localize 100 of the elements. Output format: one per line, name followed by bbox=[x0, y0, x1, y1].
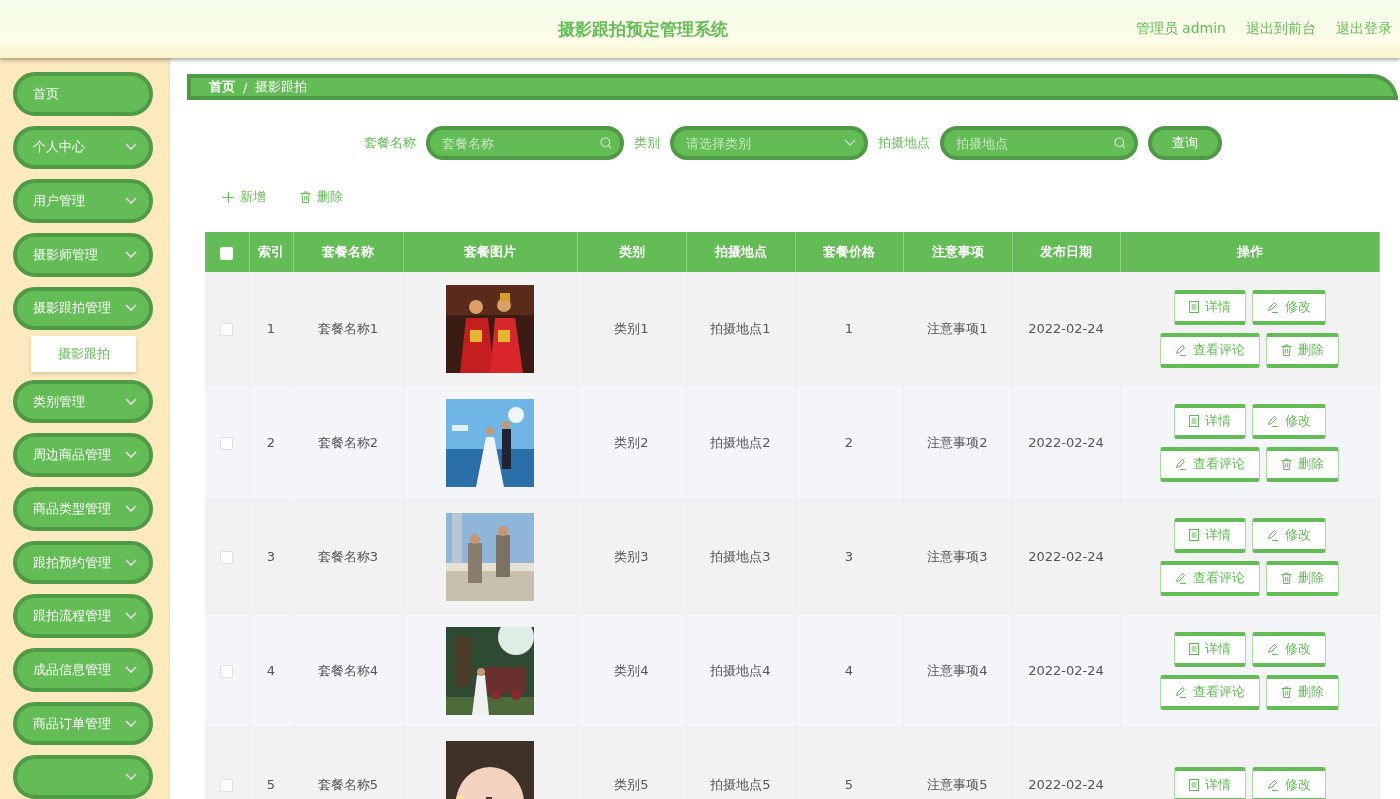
sidebar-item[interactable]: 跟拍预约管理 bbox=[13, 540, 153, 585]
chevron-down-icon bbox=[125, 304, 137, 313]
sidebar-item[interactable]: 类别管理 bbox=[13, 379, 153, 424]
row-checkbox[interactable] bbox=[220, 323, 234, 336]
action-button[interactable]: 删除 bbox=[1266, 560, 1339, 596]
table-cell: 4 bbox=[249, 613, 293, 728]
table-cell: 注意事项1 bbox=[903, 272, 1012, 386]
sidebar-item[interactable]: 商品类型管理 bbox=[13, 487, 153, 531]
category-select[interactable]: 请选择类别 bbox=[669, 126, 868, 160]
pencil-icon bbox=[1266, 301, 1279, 313]
add-button[interactable]: 新增 bbox=[223, 188, 266, 206]
sidebar-item[interactable]: 个人中心 bbox=[13, 125, 153, 170]
trash-icon bbox=[300, 191, 311, 203]
field-label: 套餐名称 bbox=[363, 134, 416, 152]
pencil-icon bbox=[1175, 572, 1187, 584]
search-field[interactable]: 拍摄地点 bbox=[939, 126, 1138, 160]
sidebar-item[interactable]: 摄影师管理 bbox=[13, 232, 153, 277]
trash-icon bbox=[1281, 686, 1292, 698]
select-all-checkbox[interactable] bbox=[220, 246, 234, 260]
table-cell: 1 bbox=[249, 272, 293, 386]
pencil-icon bbox=[1266, 529, 1279, 541]
action-button[interactable]: 详情 bbox=[1173, 631, 1246, 667]
sidebar-item[interactable]: 跟拍流程管理 bbox=[13, 594, 153, 639]
row-checkbox[interactable] bbox=[220, 779, 234, 792]
table-cell: 4 bbox=[795, 613, 903, 728]
sidebar-item[interactable]: 成品信息管理 bbox=[13, 648, 153, 692]
table-cell: 类别3 bbox=[577, 499, 686, 614]
chevron-down-icon bbox=[125, 719, 137, 728]
pencil-icon bbox=[1266, 778, 1279, 791]
breadcrumb-separator: / bbox=[243, 79, 248, 95]
row-checkbox[interactable] bbox=[220, 551, 234, 564]
column-header: 索引 bbox=[249, 232, 293, 272]
table-cell: 3 bbox=[249, 499, 293, 614]
action-button[interactable]: 删除 bbox=[1266, 332, 1339, 368]
chevron-down-icon bbox=[125, 504, 137, 513]
action-button[interactable]: 详情 bbox=[1173, 517, 1246, 553]
column-header: 操作 bbox=[1120, 232, 1379, 272]
action-button[interactable]: 查看评论 bbox=[1160, 332, 1260, 368]
row-checkbox[interactable] bbox=[220, 437, 234, 450]
action-button[interactable]: 修改 bbox=[1251, 517, 1326, 553]
document-icon bbox=[1188, 778, 1199, 791]
action-button[interactable]: 详情 bbox=[1173, 289, 1246, 325]
table-cell: 1 bbox=[795, 272, 903, 386]
search-field[interactable]: 套餐名称 bbox=[425, 126, 624, 160]
sidebar-item[interactable] bbox=[13, 755, 153, 799]
sidebar-item[interactable]: 商品订单管理 bbox=[13, 701, 153, 746]
breadcrumb-link[interactable]: 首页 bbox=[209, 78, 235, 96]
chevron-down-icon bbox=[125, 250, 137, 259]
header-link[interactable]: 管理员 admin bbox=[1135, 20, 1226, 38]
table-cell: 类别2 bbox=[577, 385, 686, 500]
sidebar-item[interactable]: 首页 bbox=[13, 72, 153, 116]
action-button[interactable]: 修改 bbox=[1251, 631, 1326, 667]
table-cell: 2022-02-24 bbox=[1012, 272, 1120, 386]
action-button[interactable]: 详情 bbox=[1173, 403, 1246, 439]
table-cell: 注意事项4 bbox=[903, 613, 1012, 728]
table-cell: 2022-02-24 bbox=[1012, 385, 1120, 500]
table-cell: 套餐名称1 bbox=[293, 272, 403, 386]
search-icon bbox=[1113, 137, 1126, 149]
pencil-icon bbox=[1175, 686, 1187, 698]
trash-icon bbox=[1281, 572, 1292, 584]
table-cell: 拍摄地点1 bbox=[686, 272, 795, 386]
document-icon bbox=[1188, 529, 1199, 541]
chevron-down-icon bbox=[125, 665, 137, 674]
submenu-item[interactable]: 摄影跟拍 bbox=[31, 336, 136, 372]
plus-icon bbox=[223, 191, 234, 203]
header-link[interactable]: 退出到前台 bbox=[1246, 20, 1316, 38]
trash-icon bbox=[1281, 458, 1292, 470]
sidebar-item[interactable]: 用户管理 bbox=[13, 179, 153, 223]
pencil-icon bbox=[1175, 458, 1187, 470]
action-button[interactable]: 查看评论 bbox=[1160, 446, 1260, 482]
sidebar-item[interactable]: 周边商品管理 bbox=[13, 433, 153, 478]
action-button[interactable]: 修改 bbox=[1251, 767, 1326, 799]
trash-icon bbox=[1281, 344, 1292, 356]
sidebar-item[interactable]: 摄影跟拍管理 bbox=[13, 286, 153, 331]
query-button[interactable]: 查询 bbox=[1147, 126, 1222, 160]
action-button[interactable]: 删除 bbox=[1266, 446, 1339, 482]
table-cell: 类别5 bbox=[577, 727, 686, 799]
table-cell: 注意事项2 bbox=[903, 385, 1012, 500]
header-link[interactable]: 退出登录 bbox=[1336, 20, 1392, 38]
field-label: 拍摄地点 bbox=[877, 134, 930, 152]
column-header: 套餐价格 bbox=[795, 232, 903, 272]
column-header: 套餐图片 bbox=[403, 232, 577, 272]
action-button[interactable]: 删除 bbox=[1266, 674, 1339, 710]
search-icon bbox=[599, 137, 612, 149]
action-button[interactable]: 详情 bbox=[1173, 767, 1246, 799]
table-cell: 2022-02-24 bbox=[1012, 499, 1120, 614]
table-cell: 套餐名称4 bbox=[293, 613, 403, 728]
table-cell: 拍摄地点4 bbox=[686, 613, 795, 728]
column-header: 套餐名称 bbox=[293, 232, 403, 272]
table-cell: 套餐名称5 bbox=[293, 727, 403, 799]
table-cell: 3 bbox=[795, 499, 903, 614]
action-button[interactable]: 查看评论 bbox=[1160, 560, 1260, 596]
breadcrumb-item: 摄影跟拍 bbox=[255, 78, 308, 96]
app-title: 摄影跟拍预定管理系统 bbox=[556, 17, 729, 41]
delete-button[interactable]: 删除 bbox=[300, 188, 343, 206]
row-checkbox[interactable] bbox=[220, 665, 234, 678]
action-button[interactable]: 查看评论 bbox=[1160, 674, 1260, 710]
action-button[interactable]: 修改 bbox=[1251, 403, 1326, 439]
column-header: 类别 bbox=[577, 232, 686, 272]
action-button[interactable]: 修改 bbox=[1251, 289, 1326, 325]
